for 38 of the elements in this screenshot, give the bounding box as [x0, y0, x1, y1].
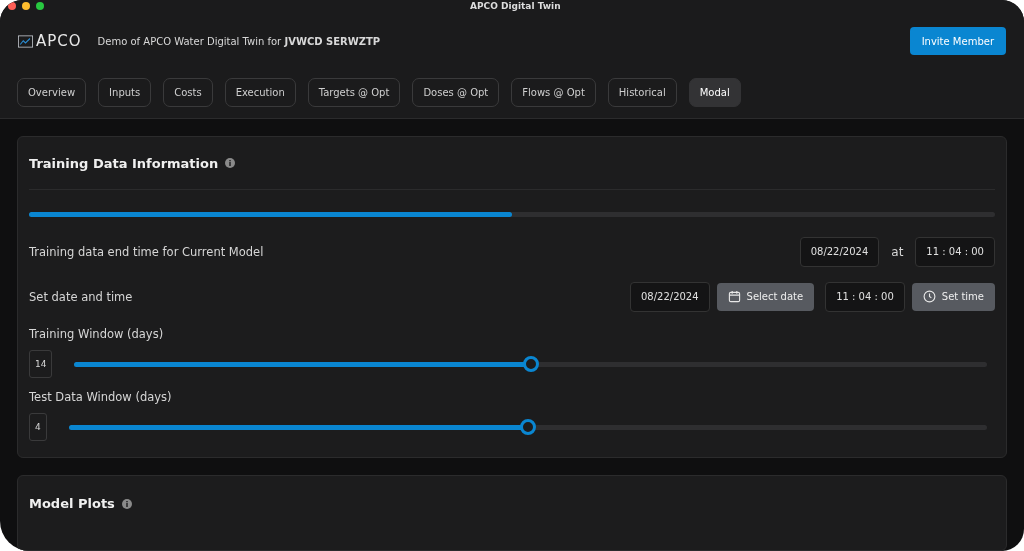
time-field[interactable]: 11 : 04 : 00: [825, 281, 905, 312]
slider-label: Test Data Window (days): [29, 390, 172, 404]
slider-label: Training Window (days): [29, 327, 164, 341]
slider-value: 14: [29, 350, 53, 378]
window-title: APCO Digital Twin: [470, 1, 561, 11]
tab[interactable]: Overview: [17, 78, 87, 107]
maximize-window-icon[interactable]: [36, 2, 44, 10]
tab[interactable]: Targets @ Opt: [307, 78, 401, 107]
date-field: 08/22/2024: [799, 236, 880, 267]
tab[interactable]: Costs: [163, 78, 213, 107]
tab[interactable]: Historical: [607, 78, 677, 107]
at-label: at: [891, 244, 904, 259]
time-field: 11 : 04 : 00: [915, 236, 995, 267]
clock-icon: [922, 290, 936, 303]
card-title: Training Data Information: [29, 155, 219, 171]
info-icon[interactable]: [121, 498, 132, 509]
chart-logo-icon: [18, 34, 33, 48]
select-date-button[interactable]: Select date: [716, 282, 815, 311]
close-window-icon[interactable]: [8, 2, 16, 10]
field-label: Training data end time for Current Model: [29, 244, 264, 259]
tab[interactable]: Flows @ Opt: [511, 78, 596, 107]
slider-value: 4: [29, 413, 47, 441]
tab[interactable]: Doses @ Opt: [412, 78, 500, 107]
slider-thumb[interactable]: [522, 356, 539, 372]
minimize-window-icon[interactable]: [22, 2, 30, 10]
tab[interactable]: Execution: [224, 78, 296, 107]
tab[interactable]: Modal: [688, 78, 741, 107]
set-time-button[interactable]: Set time: [911, 282, 995, 311]
calendar-icon: [727, 290, 741, 303]
header-subtitle: Demo of APCO Water Digital Twin for JVWCD SERWZTP: [97, 35, 381, 47]
field-label: Set date and time: [29, 289, 133, 304]
tab[interactable]: Inputs: [98, 78, 152, 107]
card-title: Model Plots: [29, 496, 115, 511]
date-field[interactable]: 08/22/2024: [629, 281, 710, 312]
logo-text: APCO: [36, 32, 82, 50]
info-icon[interactable]: [225, 158, 236, 168]
invite-member-button[interactable]: Invite Member: [909, 27, 1006, 55]
slider-thumb[interactable]: [519, 419, 536, 435]
